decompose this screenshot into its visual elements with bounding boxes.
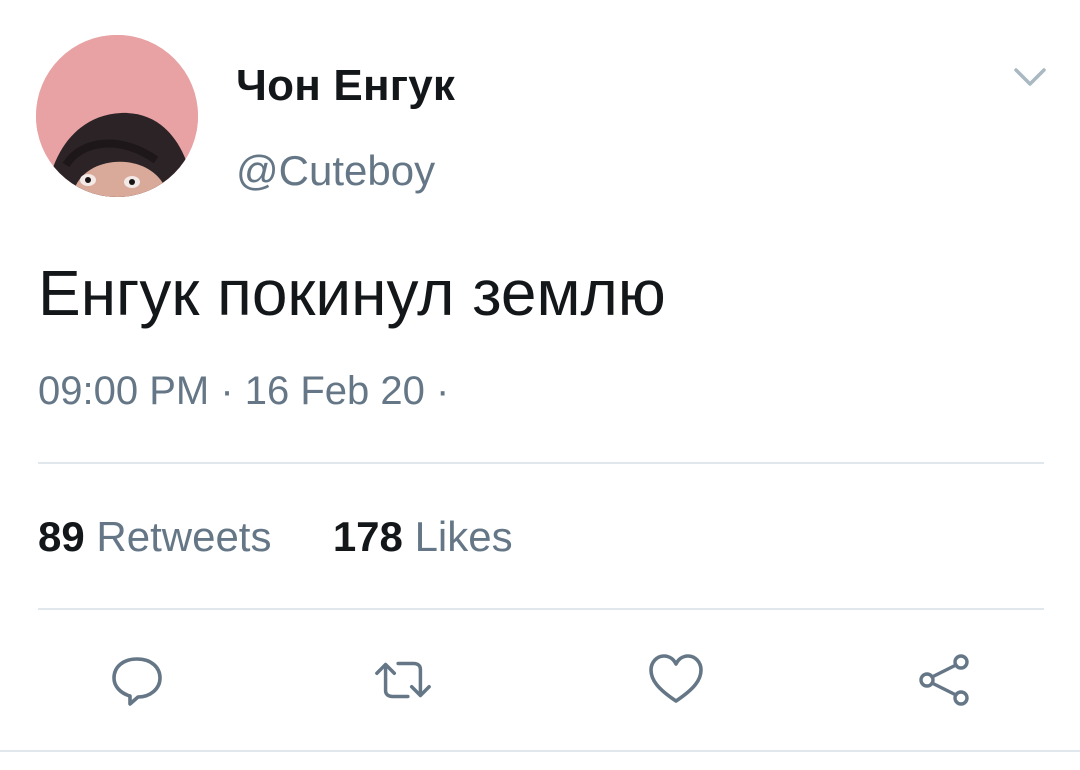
like-button[interactable] (646, 650, 706, 710)
display-name[interactable]: Чон Енгук (236, 60, 455, 112)
retweet-button[interactable] (373, 650, 433, 710)
tweet-timestamp[interactable]: 09:00 PM · 16 Feb 20 · (38, 366, 449, 416)
divider (0, 750, 1080, 752)
retweets-label: Retweets (96, 513, 272, 560)
retweet-icon (375, 661, 431, 699)
likes-stat[interactable]: 178 Likes (321, 513, 513, 560)
tweet-stats: 89 Retweets 178 Likes (38, 511, 513, 563)
divider (38, 608, 1044, 610)
heart-icon (649, 654, 703, 703)
share-icon (919, 654, 969, 706)
tweet-text: Енгук покинул землю (38, 257, 666, 329)
chevron-down-icon[interactable] (1010, 62, 1050, 92)
avatar[interactable] (36, 35, 198, 197)
avatar-photo (36, 35, 198, 197)
likes-count: 178 (332, 513, 403, 560)
user-handle[interactable]: @Cuteboy (236, 146, 435, 196)
tweet-card: Чон Енгук @Cuteboy Енгук покинул землю 0… (0, 0, 1080, 770)
share-button[interactable] (914, 650, 974, 710)
divider (38, 462, 1044, 464)
retweets-count: 89 (38, 513, 85, 560)
reply-button[interactable] (107, 650, 167, 710)
retweets-stat[interactable]: 89 Retweets (38, 513, 283, 560)
likes-label: Likes (414, 513, 513, 560)
reply-icon (112, 657, 162, 706)
